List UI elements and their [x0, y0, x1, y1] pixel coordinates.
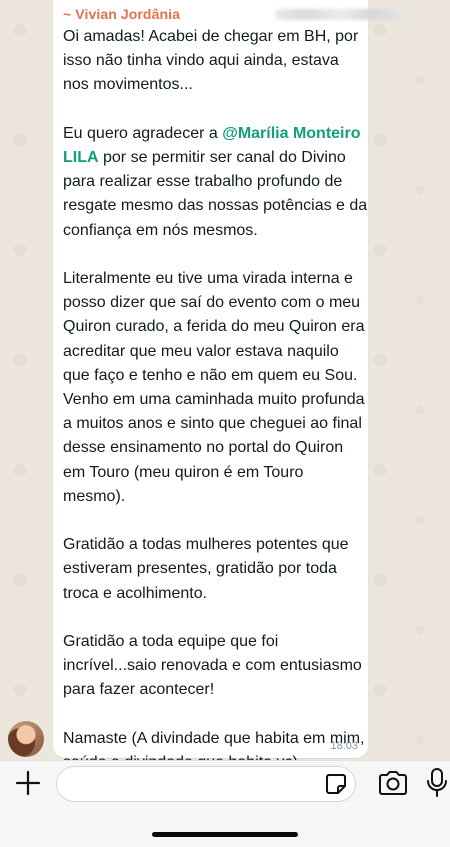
- message-paragraph-2: Literalmente eu tive uma virada interna …: [63, 270, 365, 505]
- message-paragraph-thanks: Eu quero agradecer a @Marília Monteiro L…: [63, 122, 368, 243]
- microphone-icon: [427, 768, 447, 797]
- message-timestamp: 18:03: [330, 740, 358, 752]
- sender-avatar[interactable]: [8, 721, 44, 757]
- plus-icon: [15, 770, 41, 796]
- sticker-icon: [326, 774, 346, 794]
- message-paragraph-1: Oi amadas! Acabei de chegar em BH, por i…: [63, 28, 359, 94]
- blurred-phone-number: [275, 9, 405, 20]
- sender-name[interactable]: ~ Vivian Jordânia: [63, 6, 180, 22]
- sticker-button[interactable]: [325, 773, 347, 795]
- thanks-text-after: por se permitir ser canal do Divino para…: [63, 149, 368, 239]
- camera-button[interactable]: [377, 769, 409, 797]
- camera-icon: [379, 771, 407, 795]
- message-input[interactable]: [71, 773, 315, 797]
- composer-bar: [0, 760, 450, 847]
- message-bubble[interactable]: ~ Vivian Jordânia Oi amadas! Acabei de c…: [53, 0, 405, 797]
- message-input-wrapper: [56, 766, 356, 802]
- message-text: Oi amadas! Acabei de chegar em BH, por i…: [63, 25, 368, 799]
- message-paragraph-4: Gratidão a toda equipe que foi incrível.…: [63, 633, 362, 699]
- home-indicator: [152, 832, 298, 837]
- message-paragraph-3: Gratidão a todas mulheres potentes que e…: [63, 536, 349, 602]
- thanks-text-before: Eu quero agradecer a: [63, 124, 223, 142]
- microphone-button[interactable]: [426, 767, 448, 799]
- attach-button[interactable]: [14, 769, 42, 797]
